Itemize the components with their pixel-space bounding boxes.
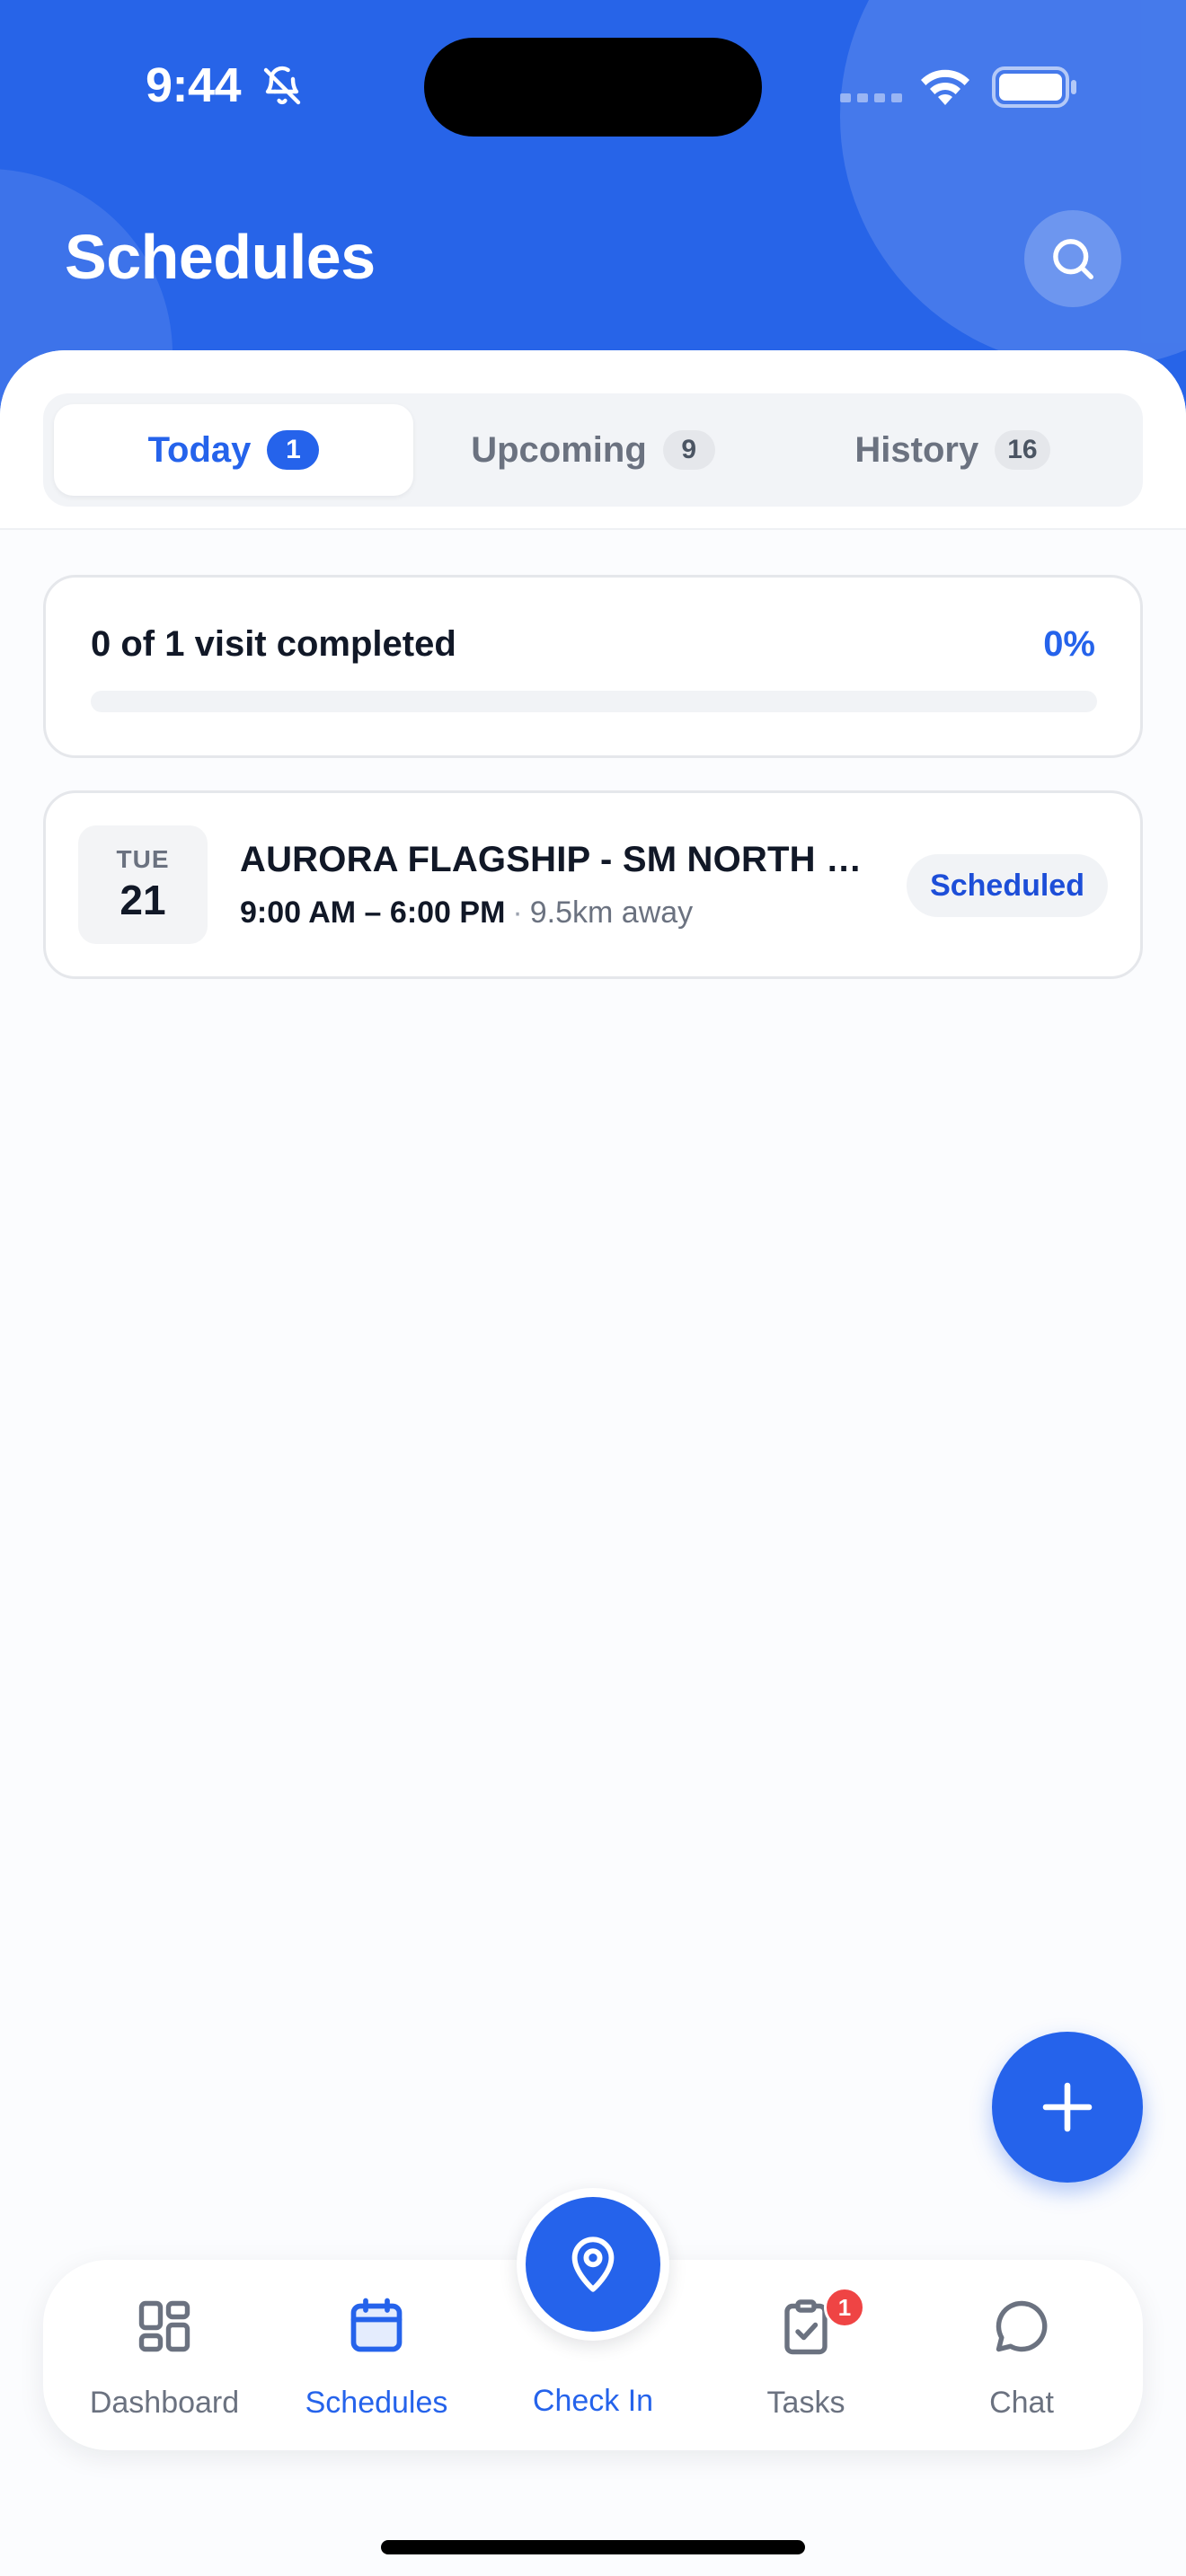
search-icon [1053, 239, 1093, 279]
progress-bar [91, 691, 1097, 712]
wifi-icon [921, 69, 969, 105]
tab-count-badge: 16 [995, 430, 1050, 470]
progress-percent: 0% [1043, 624, 1095, 664]
visit-separator: · [512, 895, 523, 930]
calendar-icon [350, 2298, 403, 2352]
nav-item-chat[interactable]: Chat [918, 2260, 1125, 2450]
nav-label-schedules: Schedules [305, 2386, 448, 2420]
chat-bubble-icon [996, 2300, 1048, 2352]
search-button[interactable] [1024, 210, 1121, 307]
bell-off-icon [263, 66, 301, 105]
grid-icon [138, 2300, 190, 2352]
status-badge: Scheduled [907, 854, 1108, 917]
cellular-signal-icon [840, 93, 902, 102]
visit-title: AURORA FLAGSHIP - SM NORTH E... [240, 840, 869, 879]
tasks-count-badge: 1 [824, 2287, 865, 2328]
nav-label-checkin[interactable]: Check In [485, 2384, 701, 2419]
visit-card[interactable]: TUE 21 AURORA FLAGSHIP - SM NORTH E... 9… [43, 790, 1143, 979]
tab-label: History [854, 429, 979, 470]
tabs-container: Today 1 Upcoming 9 History 16 [0, 350, 1186, 530]
visit-meta: 9:00 AM – 6:00 PM · 9.5km away [240, 895, 693, 931]
check-in-button[interactable] [517, 2188, 669, 2341]
nav-item-tasks[interactable]: 1 Tasks [703, 2260, 909, 2450]
nav-label-tasks: Tasks [766, 2386, 845, 2420]
tab-today[interactable]: Today 1 [54, 404, 413, 496]
progress-label: 0 of 1 visit completed [91, 624, 456, 664]
tab-label: Today [147, 429, 252, 470]
add-schedule-button[interactable] [992, 2032, 1143, 2183]
visit-day: 21 [119, 877, 166, 923]
tab-count-badge: 9 [662, 430, 715, 470]
decorative-circle [840, 0, 1186, 368]
tab-history[interactable]: History 16 [773, 404, 1132, 496]
home-indicator [381, 2540, 805, 2554]
check-in-button-inner [526, 2197, 660, 2332]
nav-item-schedules[interactable]: Schedules [273, 2260, 480, 2450]
visit-date-box: TUE 21 [78, 825, 208, 944]
status-time: 9:44 [146, 58, 242, 112]
tab-label: Upcoming [471, 429, 647, 470]
visit-weekday: TUE [116, 845, 170, 873]
plus-icon [1042, 2082, 1093, 2132]
dynamic-island [424, 38, 762, 137]
tab-upcoming[interactable]: Upcoming 9 [413, 404, 773, 496]
segmented-tabs: Today 1 Upcoming 9 History 16 [43, 393, 1143, 507]
progress-card: 0 of 1 visit completed 0% [43, 575, 1143, 758]
visit-distance: 9.5km away [529, 895, 694, 930]
tab-count-badge: 1 [267, 430, 320, 470]
nav-label-chat: Chat [989, 2386, 1054, 2420]
nav-label-dashboard: Dashboard [89, 2386, 240, 2420]
map-pin-icon [571, 2236, 615, 2292]
page-title: Schedules [65, 222, 376, 292]
battery-icon [992, 66, 1076, 108]
visit-time: 9:00 AM – 6:00 PM [240, 895, 506, 930]
nav-item-dashboard[interactable]: Dashboard [61, 2260, 268, 2450]
